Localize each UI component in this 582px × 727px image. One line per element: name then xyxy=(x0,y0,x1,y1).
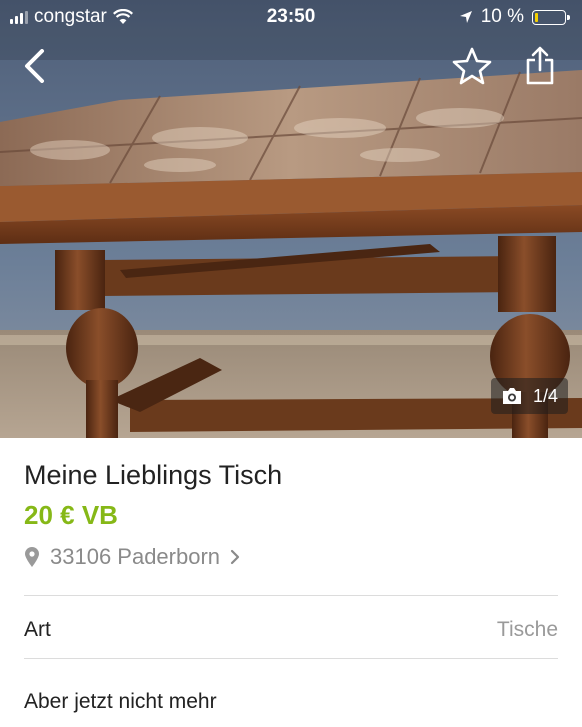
map-pin-icon xyxy=(25,547,39,567)
favorite-button[interactable] xyxy=(450,44,494,88)
location-link[interactable]: 33106 Paderborn xyxy=(24,544,240,570)
battery-level-fill xyxy=(535,12,538,22)
battery-percent: 10 % xyxy=(480,6,524,27)
attribute-label: Art xyxy=(24,618,51,641)
divider xyxy=(24,658,558,659)
back-button[interactable] xyxy=(14,44,54,88)
divider xyxy=(24,595,558,596)
camera-icon xyxy=(502,388,521,404)
location-text: 33106 Paderborn xyxy=(50,544,221,569)
location-arrow-icon xyxy=(459,11,472,23)
share-button[interactable] xyxy=(518,42,562,88)
image-counter-text: 1/4 xyxy=(532,385,558,406)
attribute-row-art: Art Tische xyxy=(24,618,558,642)
listing-title: Meine Lieblings Tisch xyxy=(24,460,283,490)
status-bar: congstar 23:50 10 % xyxy=(0,0,582,34)
table-photo-image xyxy=(0,0,582,438)
status-right: 10 % xyxy=(459,6,570,28)
image-counter: 1/4 xyxy=(490,378,568,414)
attribute-value: Tische xyxy=(496,618,558,641)
listing-description: Aber jetzt nicht mehr xyxy=(24,690,217,713)
listing-photo[interactable]: congstar 23:50 10 % 1/4 xyxy=(0,0,582,438)
battery-icon xyxy=(532,9,570,25)
star-outline-icon xyxy=(452,47,492,85)
chevron-left-icon xyxy=(25,49,44,83)
listing-price: 20 € VB xyxy=(24,500,118,530)
share-icon xyxy=(526,46,554,85)
chevron-right-icon xyxy=(230,549,240,565)
